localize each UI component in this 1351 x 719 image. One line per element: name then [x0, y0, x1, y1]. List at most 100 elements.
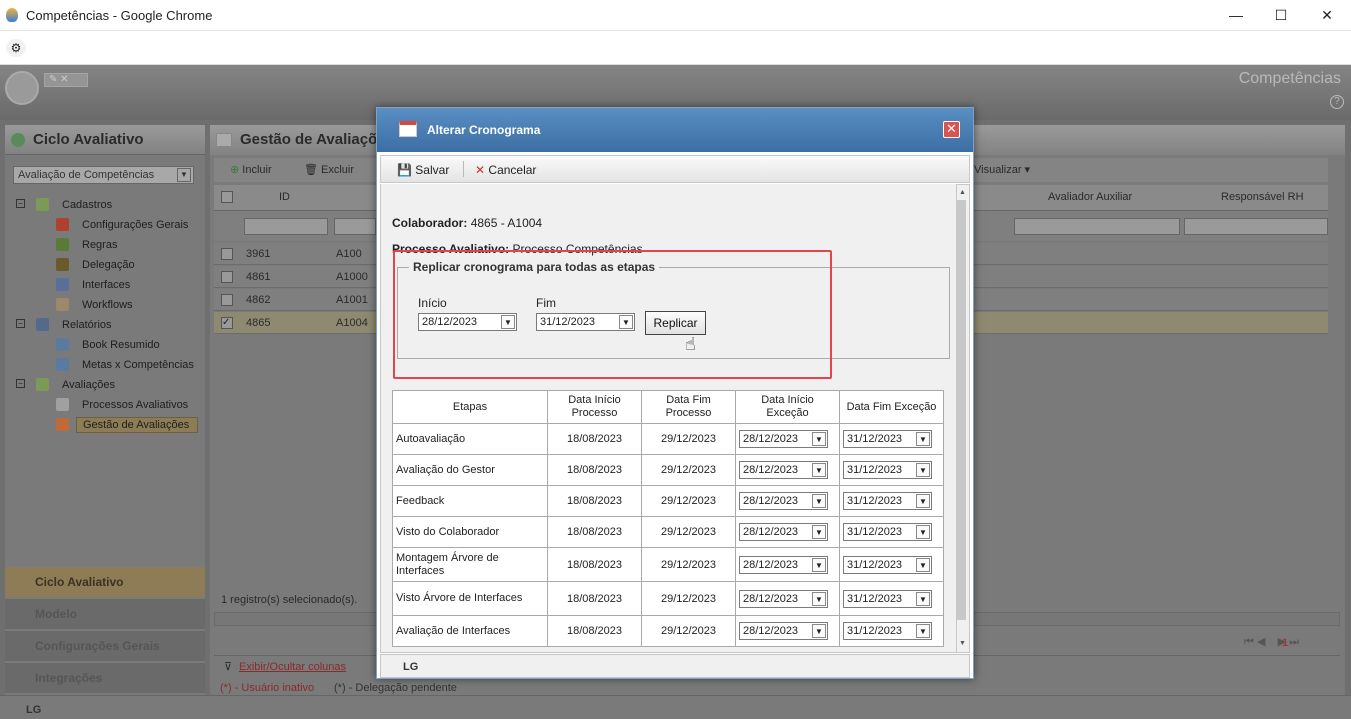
stage-name: Visto Árvore de Interfaces — [392, 581, 548, 616]
tree-expander-icon[interactable]: − — [16, 379, 25, 388]
exception-date-input[interactable]: 28/12/2023 ▼ — [739, 589, 828, 608]
exception-date-input[interactable]: 31/12/2023 ▼ — [843, 555, 932, 574]
chevron-down-icon[interactable]: ▼ — [916, 432, 930, 446]
chevron-down-icon[interactable]: ▼ — [812, 463, 826, 477]
exception-date-input[interactable]: 28/12/2023 ▼ — [739, 492, 828, 510]
delete-button[interactable]: 🗑 Excluir — [304, 163, 354, 176]
row-checkbox[interactable] — [221, 271, 233, 283]
exception-date-input[interactable]: 31/12/2023 ▼ — [843, 589, 932, 608]
evaluation-select[interactable]: Avaliação de Competências ▼ — [13, 166, 194, 184]
row-checkbox[interactable]: ✓ — [221, 317, 233, 329]
table-row: Autoavaliação 18/08/2023 29/12/2023 28/12/2… — [392, 423, 944, 455]
filter-rh-input[interactable] — [1184, 218, 1328, 235]
accordion-modelo[interactable]: Modelo — [5, 598, 205, 629]
tree-item-delega-o[interactable]: Delegação — [82, 259, 135, 271]
accordion-integracoes[interactable]: Integrações — [5, 662, 205, 693]
help-icon[interactable]: ? — [1330, 95, 1344, 109]
tree-item-regras[interactable]: Regras — [82, 239, 117, 251]
filter-id-input[interactable] — [244, 218, 328, 235]
toggle-columns-link[interactable]: Exibir/Ocultar colunas — [239, 661, 346, 673]
column-avaliador-auxiliar[interactable]: Avaliador Auxiliar — [1048, 191, 1132, 203]
tree-expander-icon[interactable]: − — [16, 319, 25, 328]
row-checkbox[interactable] — [221, 248, 233, 260]
stage-start: 18/08/2023 — [547, 423, 642, 455]
exception-date-input[interactable]: 28/12/2023 ▼ — [739, 523, 828, 541]
app-title: Competências — [1238, 70, 1341, 87]
exception-date-input[interactable]: 31/12/2023 ▼ — [843, 430, 932, 448]
table-row: Visto Árvore de Interfaces 18/08/2023 29/1… — [392, 581, 944, 616]
chevron-down-icon[interactable]: ▼ — [812, 557, 826, 572]
exception-date-input[interactable]: 31/12/2023 ▼ — [843, 622, 932, 640]
exception-date-input[interactable]: 28/12/2023 ▼ — [739, 622, 828, 640]
exception-date-value: 31/12/2023 — [847, 495, 903, 507]
tree-item-interfaces[interactable]: Interfaces — [82, 279, 130, 291]
x-icon: ✕ — [475, 163, 486, 177]
column-responsavel-rh[interactable]: Responsável RH — [1221, 191, 1304, 203]
stage-name: Autoavaliação — [392, 423, 548, 455]
dialog-scroll-thumb[interactable] — [957, 200, 966, 620]
chevron-down-icon[interactable]: ▼ — [916, 557, 930, 572]
pager-icons[interactable]: ⏮ ◀ ▶ ⏭ — [1244, 635, 1299, 649]
cancel-button[interactable]: ✕ Cancelar — [475, 163, 536, 177]
tree-item-avalia-es[interactable]: Avaliações — [62, 379, 115, 391]
row-checkbox[interactable] — [221, 294, 233, 306]
chevron-down-icon[interactable]: ▼ — [812, 624, 826, 638]
chevron-down-icon[interactable]: ▼ — [916, 463, 930, 477]
site-settings-icon[interactable]: ⚙ — [6, 39, 26, 57]
view-button[interactable]: Visualizar ▾ — [974, 163, 1030, 176]
exception-date-input[interactable]: 28/12/2023 ▼ — [739, 430, 828, 448]
chevron-down-icon[interactable]: ▼ — [916, 494, 930, 508]
chevron-down-icon[interactable]: ▼ — [812, 525, 826, 539]
maximize-button[interactable]: ☐ — [1258, 0, 1304, 31]
close-window-button[interactable]: ✕ — [1304, 0, 1350, 31]
filter-code-input[interactable] — [334, 218, 376, 235]
stage-name: Feedback — [392, 485, 548, 517]
stage-name: Avaliação do Gestor — [392, 454, 548, 486]
tree-item-metas-x-compet-ncias[interactable]: Metas x Competências — [82, 359, 194, 371]
row-id: 4862 — [246, 294, 271, 306]
minimize-button[interactable]: — — [1213, 0, 1259, 31]
tools-icon[interactable]: ✎ ✕ — [44, 73, 88, 87]
tree-item-gest-o-de-avalia-es[interactable]: Gestão de Avaliações — [76, 417, 198, 433]
accordion-ciclo-avaliativo[interactable]: Ciclo Avaliativo — [5, 566, 205, 597]
chevron-down-icon[interactable]: ▼ — [916, 624, 930, 638]
exception-date-input[interactable]: 31/12/2023 ▼ — [843, 461, 932, 479]
accordion-configuracoes-gerais[interactable]: Configurações Gerais — [5, 630, 205, 661]
chevron-down-icon[interactable]: ▼ — [812, 494, 826, 508]
close-icon[interactable]: ✕ — [943, 121, 960, 138]
exception-date-value: 28/12/2023 — [743, 526, 799, 538]
table-row: Montagem Árvore de Interfaces 18/08/2023 2… — [392, 547, 944, 582]
exception-date-input[interactable]: 28/12/2023 ▼ — [739, 461, 828, 479]
table-row: Visto do Colaborador 18/08/2023 29/12/2023… — [392, 516, 944, 548]
tree-node-icon — [56, 218, 69, 231]
exception-date-input[interactable]: 31/12/2023 ▼ — [843, 492, 932, 510]
exception-date-input[interactable]: 31/12/2023 ▼ — [843, 523, 932, 541]
stage-ex-end-cell: 31/12/2023 ▼ — [839, 547, 944, 582]
dialog-title: Alterar Cronograma — [427, 123, 541, 137]
tree-item-relat-rios[interactable]: Relatórios — [62, 319, 112, 331]
tree-item-processos-avaliativos[interactable]: Processos Avaliativos — [82, 399, 188, 411]
chevron-down-icon[interactable]: ▼ — [916, 525, 930, 539]
exception-date-value: 28/12/2023 — [743, 495, 799, 507]
exception-date-value: 31/12/2023 — [847, 433, 903, 445]
etapas-table: Etapas Data Início Processo Data Fim Proce… — [392, 390, 944, 647]
chevron-down-icon[interactable]: ▼ — [916, 591, 930, 606]
tree-item-configura-es-gerais[interactable]: Configurações Gerais — [82, 219, 188, 231]
app-logo-icon[interactable] — [5, 71, 39, 105]
tree-expander-icon[interactable]: − — [16, 199, 25, 208]
tree-item-workflows[interactable]: Workflows — [82, 299, 133, 311]
select-all-checkbox[interactable] — [221, 191, 233, 203]
column-id[interactable]: ID — [279, 191, 290, 203]
row-id: 3961 — [246, 248, 271, 260]
stage-ex-start-cell: 28/12/2023 ▼ — [735, 485, 840, 517]
exception-date-input[interactable]: 28/12/2023 ▼ — [739, 555, 828, 574]
filter-aux-input[interactable] — [1014, 218, 1180, 235]
tree-node-icon — [56, 238, 69, 251]
save-button[interactable]: 💾 Salvar — [397, 163, 449, 177]
chevron-down-icon[interactable]: ▼ — [812, 432, 826, 446]
add-button[interactable]: ⊕ Incluir — [230, 163, 272, 176]
tree-item-book-resumido[interactable]: Book Resumido — [82, 339, 160, 351]
tree-item-cadastros[interactable]: Cadastros — [62, 199, 112, 211]
row-code: A1000 — [336, 271, 368, 283]
chevron-down-icon[interactable]: ▼ — [812, 591, 826, 606]
